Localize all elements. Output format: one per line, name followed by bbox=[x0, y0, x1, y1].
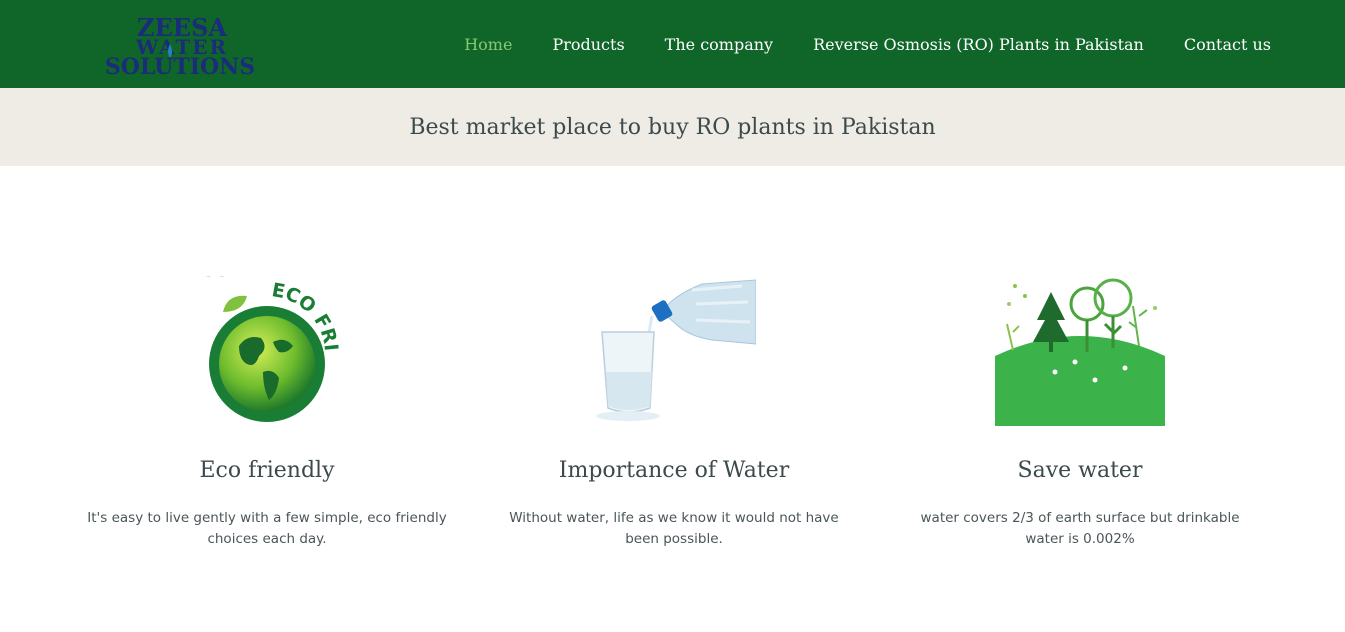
nav-item-ro-plants[interactable]: Reverse Osmosis (RO) Plants in Pakistan bbox=[813, 0, 1144, 88]
nav-item-products[interactable]: Products bbox=[552, 0, 624, 88]
hero-banner: Best market place to buy RO plants in Pa… bbox=[0, 88, 1345, 166]
feature-text: water covers 2/3 of earth surface but dr… bbox=[920, 510, 1240, 547]
feature-text: It's easy to live gently with a few simp… bbox=[87, 510, 447, 547]
nav-item-contact-us[interactable]: Contact us bbox=[1184, 0, 1271, 88]
water-bottle-pouring-icon bbox=[484, 276, 864, 426]
nav-item-label: Contact us bbox=[1183, 34, 1271, 54]
nav-item-label: Products bbox=[552, 34, 625, 54]
green-hill-trees-icon bbox=[890, 276, 1270, 426]
banner-title: Best market place to buy RO plants in Pa… bbox=[409, 114, 936, 140]
eco-friendly-badge-text: ECO FRIENDLY bbox=[187, 276, 339, 281]
zeesa-water-solutions-logo[interactable]: ZEESA WATER SOLUTIONS bbox=[92, 12, 272, 78]
eco-friendly-globe-icon: ECO FRIENDLY ECO FRIENDLY bbox=[77, 276, 457, 426]
feature-text: Without water, life as we know it would … bbox=[509, 510, 839, 547]
feature-title: Save water bbox=[1017, 458, 1143, 483]
nav-item-home[interactable]: Home bbox=[444, 0, 533, 92]
main-nav: Home Products The company Reverse Osmosi… bbox=[424, 0, 1271, 92]
features-section: ECO FRIENDLY ECO FRIENDLY Eco friendly I… bbox=[0, 166, 1345, 632]
nav-item-label: Home bbox=[464, 34, 513, 54]
nav-item-label: Reverse Osmosis (RO) Plants in Pakistan bbox=[813, 34, 1144, 54]
nav-item-the-company[interactable]: The company bbox=[665, 0, 773, 88]
svg-text:SOLUTIONS: SOLUTIONS bbox=[105, 54, 255, 78]
top-navbar: ZEESA WATER SOLUTIONS Home Products The … bbox=[0, 0, 1345, 92]
nav-item-label: The company bbox=[664, 34, 774, 54]
feature-title: Eco friendly bbox=[199, 458, 335, 483]
feature-title: Importance of Water bbox=[558, 458, 790, 483]
